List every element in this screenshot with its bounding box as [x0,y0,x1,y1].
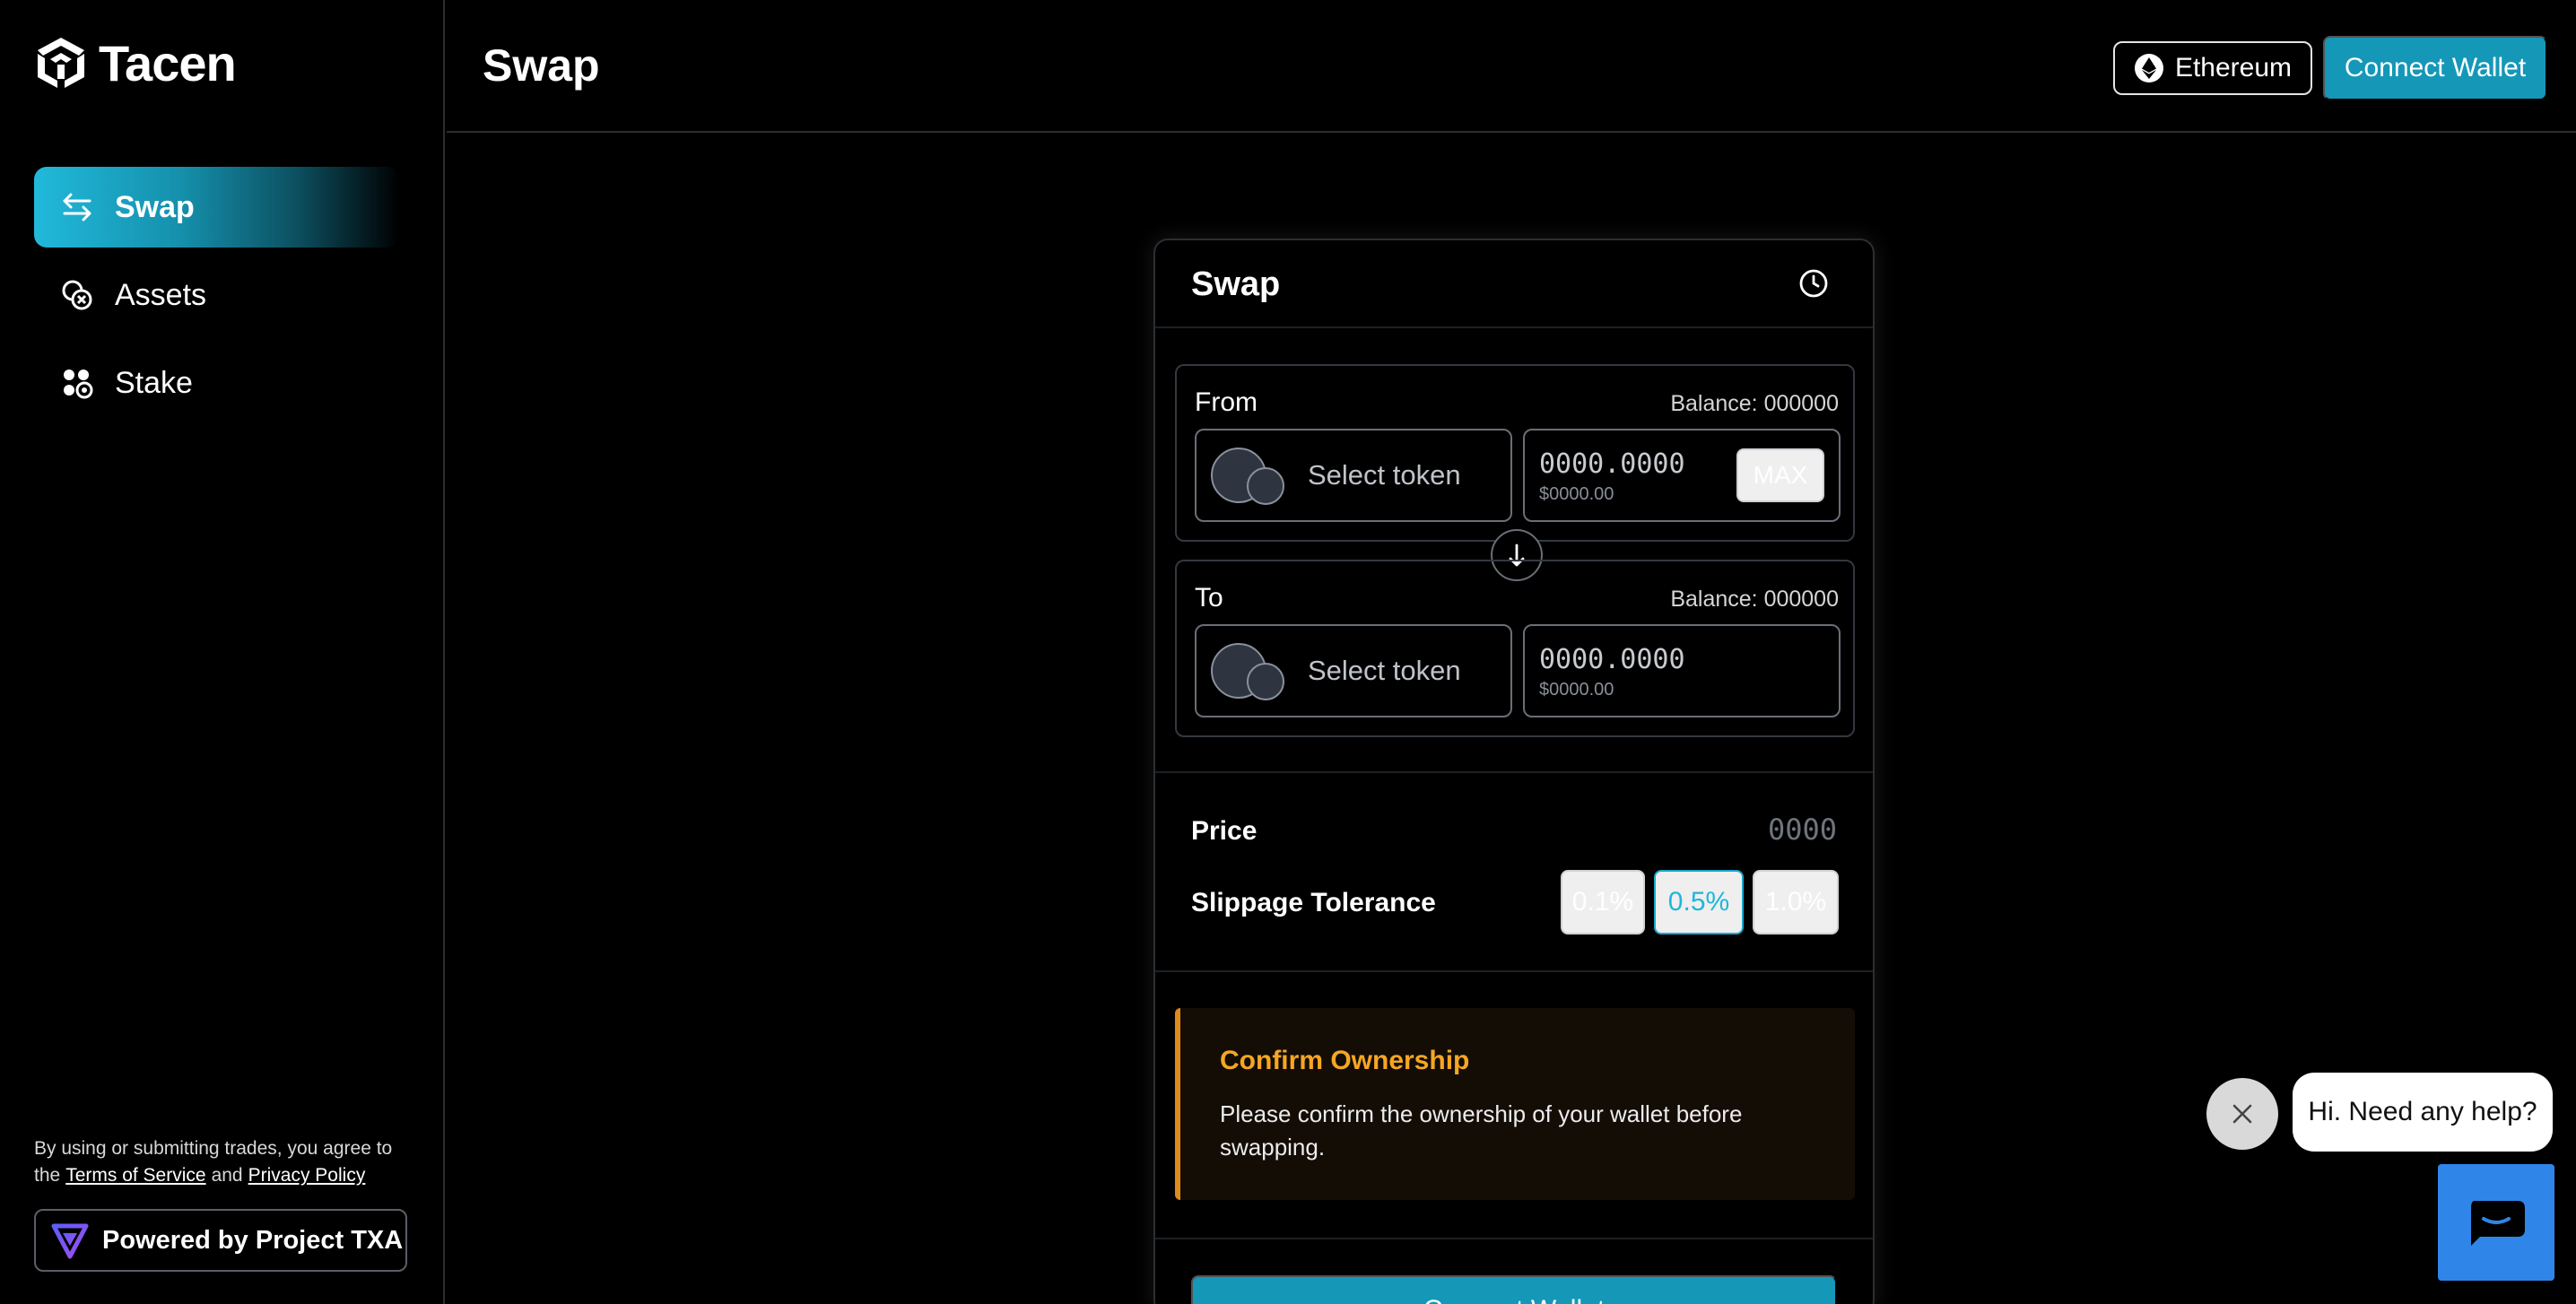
slippage-option-1-0[interactable]: 1.0% [1753,870,1839,935]
network-label: Ethereum [2174,53,2293,83]
close-icon [2232,1104,2252,1124]
slippage-option-0-1[interactable]: 0.1% [1561,870,1645,935]
to-token-selector[interactable]: Select token [1195,624,1512,717]
sidebar-item-stake[interactable]: Stake [34,343,400,423]
network-selector-button[interactable]: Ethereum [2113,41,2312,95]
swap-card-title: Swap [1191,265,1281,303]
divider [1155,970,1873,972]
chat-launcher-button[interactable] [2438,1164,2554,1281]
sidebar-item-label: Stake [115,365,193,400]
max-button[interactable]: MAX [1736,448,1824,502]
alert-text: Please confirm the ownership of your wal… [1220,1100,1743,1161]
powered-by-text: Powered by Project TXA [102,1225,404,1255]
swap-card-header: Swap [1155,240,1873,328]
sidebar-item-swap[interactable]: Swap [34,167,400,248]
help-message-bubble[interactable]: Hi. Need any help? [2293,1073,2553,1152]
ethereum-icon [2134,54,2163,83]
slippage-option-0-5[interactable]: 0.5% [1654,870,1744,935]
alert-title: Confirm Ownership [1220,1046,1470,1075]
brand-name: Tacen [99,34,237,91]
swap-arrows-icon [63,193,91,222]
price-label: Price [1191,816,1258,846]
divider [1155,771,1873,773]
sidebar-item-label: Swap [115,189,195,224]
card-connect-wallet-button[interactable]: Connect Wallet [1191,1275,1837,1304]
sidebar-nav: Swap Assets Stake [34,167,400,430]
chat-bubble-icon [2471,1201,2525,1246]
from-panel: From Balance: 000000 Select token 0000.0… [1175,364,1855,542]
token-placeholder-icon [1211,444,1290,507]
slippage-label: Slippage Tolerance [1191,888,1436,917]
to-label: To [1195,583,1223,613]
legal-and: and [211,1165,243,1186]
to-token-placeholder: Select token [1308,655,1461,686]
sidebar-item-label: Assets [115,277,207,312]
from-amount-usd: $0000.00 [1539,484,1614,504]
sidebar-item-assets[interactable]: Assets [34,255,400,335]
tacen-logo-icon [38,38,84,88]
help-close-button[interactable] [2206,1078,2278,1150]
privacy-policy-link[interactable]: Privacy Policy [248,1165,366,1186]
from-token-placeholder: Select token [1308,459,1461,491]
confirm-ownership-alert: Confirm Ownership Please confirm the own… [1175,1008,1855,1200]
brand-logo[interactable]: Tacen [32,34,237,91]
from-label: From [1195,387,1258,417]
from-amount-value: 0000.0000 [1539,448,1685,480]
swap-card: Swap From Balance: 000000 Select token 0… [1153,239,1875,1304]
top-header: Swap Ethereum Connect Wallet [447,0,2576,133]
sidebar: Tacen Swap Assets Stake By using or subm… [0,0,445,1304]
terms-of-service-link[interactable]: Terms of Service [65,1165,205,1186]
history-clock-icon[interactable] [1797,267,1830,300]
to-amount-value: 0000.0000 [1539,644,1685,675]
to-amount-usd: $0000.00 [1539,680,1614,700]
legal-notice: By using or submitting trades, you agree… [34,1135,411,1189]
page-title: Swap [483,40,600,91]
coins-icon [62,280,92,310]
to-panel: To Balance: 000000 Select token 0000.000… [1175,560,1855,737]
from-balance: Balance: 000000 [1670,391,1839,416]
connect-wallet-button[interactable]: Connect Wallet [2323,36,2547,100]
token-placeholder-icon [1211,639,1290,702]
help-message: Hi. Need any help? [2308,1097,2537,1126]
to-balance: Balance: 000000 [1670,587,1839,612]
from-amount-input[interactable]: 0000.0000 $0000.00 MAX [1523,429,1841,522]
powered-by-badge[interactable]: Powered by Project TXA [34,1209,407,1272]
price-value: 0000 [1767,813,1837,847]
project-txa-logo-icon [51,1223,89,1259]
from-token-selector[interactable]: Select token [1195,429,1512,522]
to-amount-input[interactable]: 0000.0000 $0000.00 [1523,624,1841,717]
stake-icon [64,369,93,399]
divider [1155,1238,1873,1239]
